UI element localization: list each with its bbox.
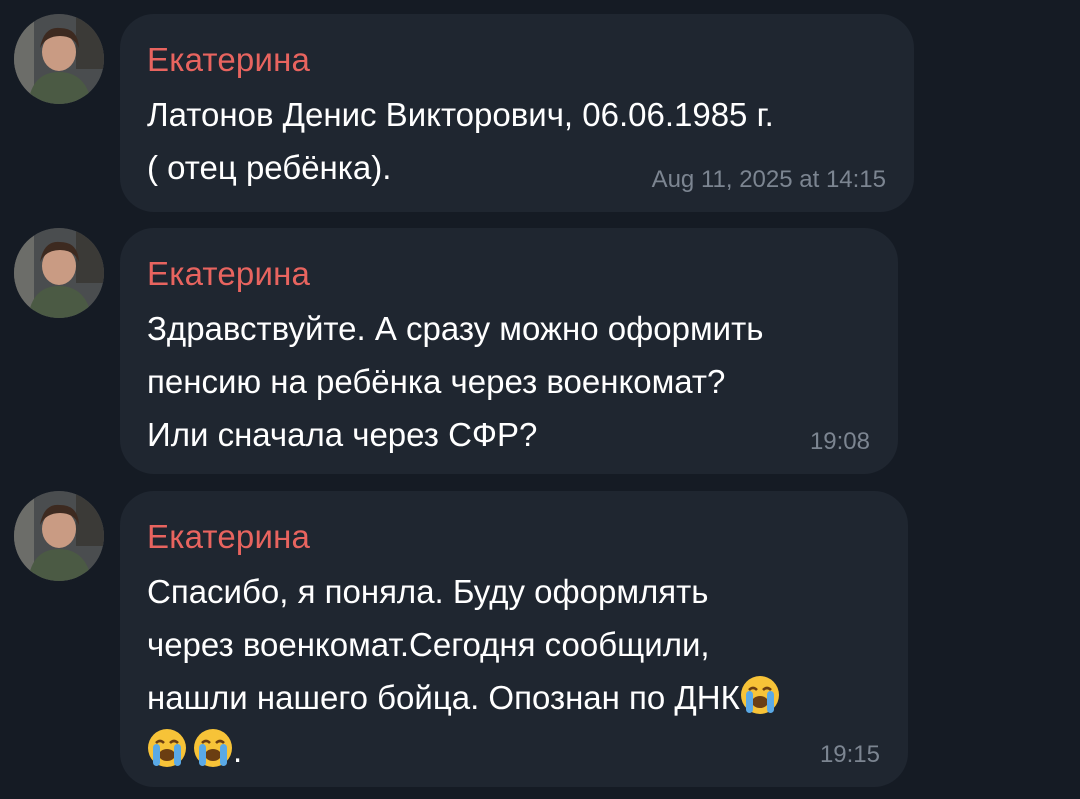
message-text: Здравствуйте. А сразу можно оформить пен… [147, 310, 764, 453]
message-bubble[interactable]: Екатерина Здравствуйте. А сразу можно оф… [120, 228, 898, 474]
avatar-photo [14, 491, 104, 581]
message-text: Спасибо, я поняла. Буду оформлять через … [147, 565, 880, 777]
message-timestamp: 19:15 [819, 741, 880, 768]
message-text-part: . [233, 732, 243, 769]
message-timestamp: Aug 11, 2025 at 14:15 [651, 166, 886, 193]
message-bubble[interactable]: Екатерина Латонов Денис Викторович, 06.0… [120, 14, 914, 212]
sender-avatar[interactable] [14, 491, 104, 581]
sender-name[interactable]: Екатерина [147, 40, 886, 80]
sender-name[interactable]: Екатерина [147, 517, 880, 557]
sender-avatar[interactable] [14, 14, 104, 104]
message-text-part: Спасибо, я поняла. Буду оформлять через … [147, 573, 740, 716]
avatar-photo [14, 228, 104, 318]
loudly-crying-face-icon [740, 675, 780, 715]
loudly-crying-face-icon [193, 728, 233, 768]
sender-name[interactable]: Екатерина [147, 254, 870, 294]
message-bubble[interactable]: Екатерина Спасибо, я поняла. Буду оформл… [120, 491, 908, 787]
avatar-photo [14, 14, 104, 104]
sender-avatar[interactable] [14, 228, 104, 318]
message-timestamp: 19:08 [809, 428, 870, 455]
loudly-crying-face-icon [147, 728, 187, 768]
